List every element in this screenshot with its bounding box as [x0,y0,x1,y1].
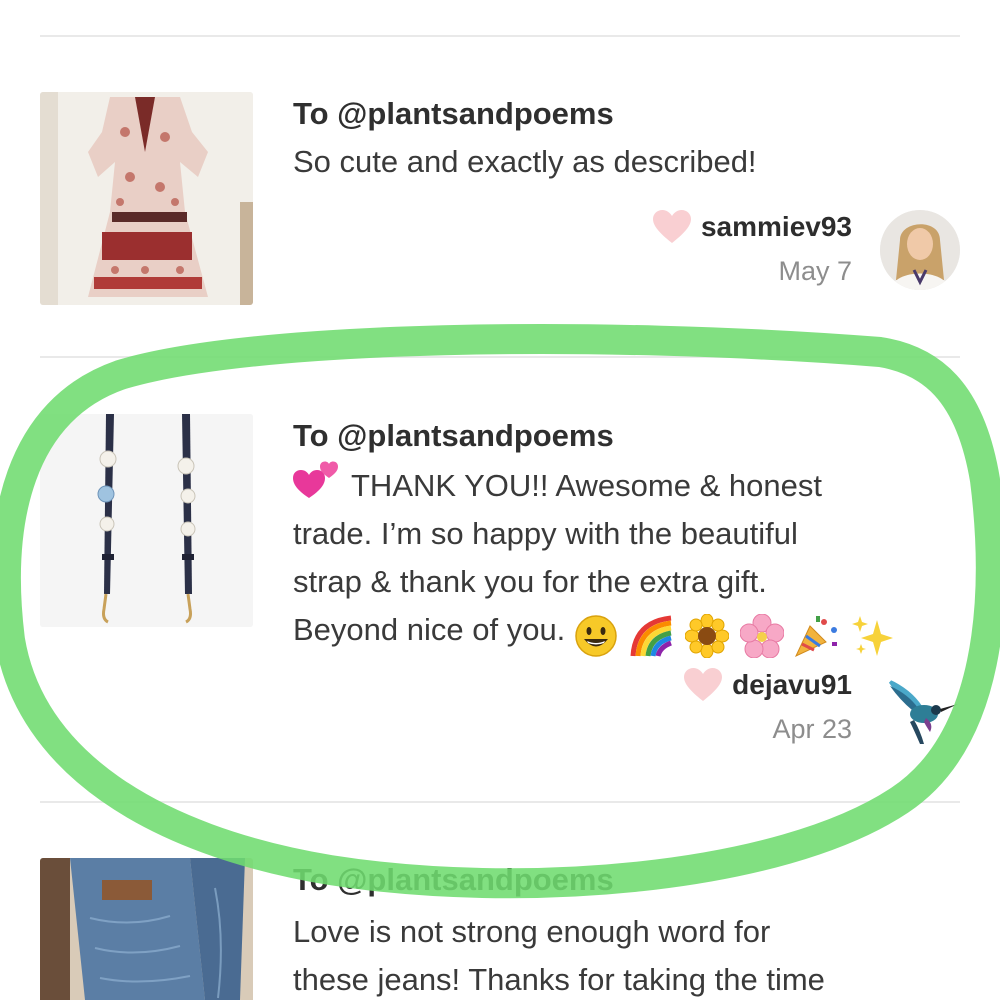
sparkles-icon [852,615,894,656]
reviewer-username[interactable]: dejavu91 [732,669,852,701]
divider-bottom [40,801,960,803]
review-date: Apr 23 [772,714,852,744]
review-meta: sammiev93 May 7 [652,210,852,287]
emoji-row [574,610,897,658]
rainbow-icon [630,615,672,657]
divider-middle [40,356,960,358]
hummingbird-icon[interactable] [880,668,960,748]
floral-strap-photo[interactable] [40,414,253,627]
party-popper-icon [795,615,838,657]
cherry-blossom-icon [739,613,784,658]
user-photo-icon[interactable] [880,210,960,290]
review-recipient[interactable]: To @plantsandpoems [293,418,614,454]
review-recipient[interactable]: To @plantsandpoems [293,862,614,898]
two-hearts-icon [293,461,338,498]
smiley-icon [575,614,617,657]
review-text-line-3: strap & thank you for the extra gift. [293,564,767,599]
jeans-photo[interactable] [40,858,253,1000]
review-text-line-1: Love is not strong enough word for [293,914,771,949]
review-text: Love is not strong enough word for these… [293,908,953,1004]
review-recipient[interactable]: To @plantsandpoems [293,96,614,132]
divider-top [40,35,960,37]
heart-icon[interactable] [652,210,691,244]
review-date: May 7 [778,256,852,286]
review-text: THANK YOU!! Awesome & honest trade. I’m … [293,460,953,658]
review-text: So cute and exactly as described! [293,144,757,179]
reviewer-username[interactable]: sammiev93 [701,211,852,243]
sunflower-icon [685,613,730,658]
review-text-line-2: these jeans! Thanks for taking the time [293,962,825,997]
review-text-line-4: Beyond nice of you. [293,612,566,647]
heart-icon[interactable] [684,668,723,702]
dress-photo[interactable] [40,92,253,305]
review-text-line-1: THANK YOU!! Awesome & honest [351,468,822,503]
review-meta: dejavu91 Apr 23 [684,668,852,745]
review-text-line-2: trade. I’m so happy with the beautiful [293,516,798,551]
